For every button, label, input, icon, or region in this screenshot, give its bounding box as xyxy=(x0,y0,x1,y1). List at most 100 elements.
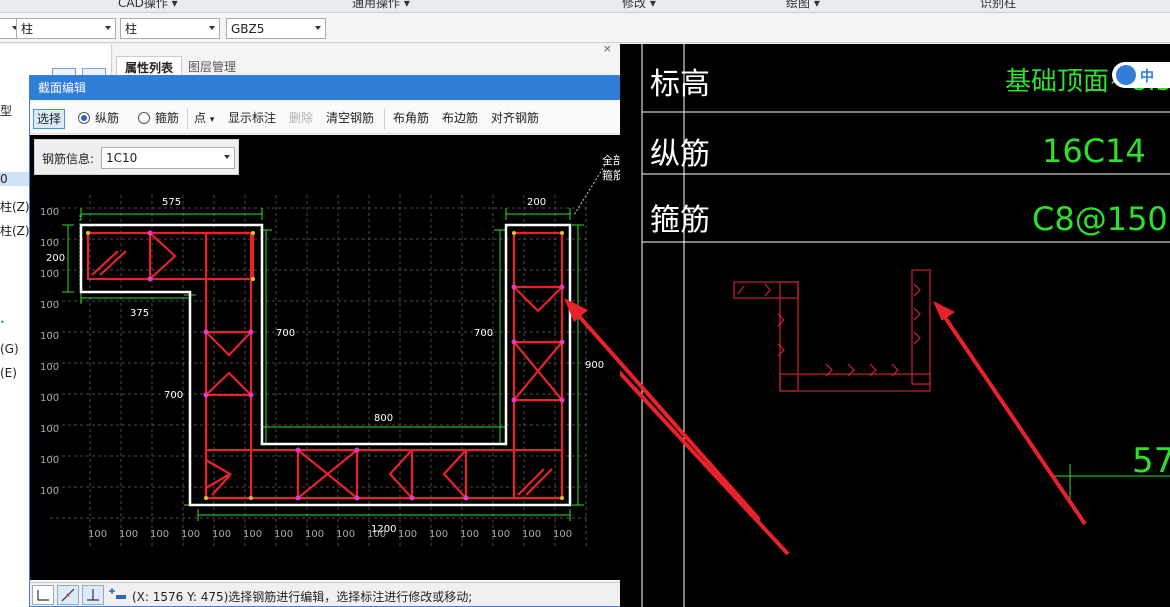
cad-row-labels: 标高 纵筋 箍筋 xyxy=(650,67,710,238)
menu-identify-column[interactable]: 识别柱 xyxy=(980,0,1016,11)
tab-layer-manage[interactable]: 图层管理 xyxy=(180,56,244,76)
stirrup-rebars xyxy=(86,231,564,500)
menu-modify[interactable]: 修改 ▾ xyxy=(622,0,656,11)
svg-text:100: 100 xyxy=(243,529,262,540)
section-drawing: 100 100 100 100 100 100 100 100 100 100 … xyxy=(40,153,646,547)
section-outline xyxy=(79,223,572,507)
table-lines xyxy=(641,44,1170,607)
menu-draw[interactable]: 绘图 ▾ xyxy=(786,0,820,11)
svg-text:100: 100 xyxy=(181,529,200,540)
chevron-down-icon xyxy=(315,26,321,30)
rebar-info-combo[interactable]: 1C10 xyxy=(101,147,235,169)
svg-text:箍筋: 箍筋 xyxy=(650,203,710,238)
tab-property-list[interactable]: 属性列表 xyxy=(116,56,183,76)
corner-rebar-button[interactable]: 布角筋 xyxy=(393,109,429,129)
element-type-combo[interactable]: 柱 xyxy=(16,18,116,39)
menu-general-ops[interactable]: 通用操作 ▾ xyxy=(352,0,410,11)
element-name-value: GBZ5 xyxy=(231,22,265,36)
select-button[interactable]: 选择 xyxy=(33,109,66,129)
dim-200-top: 200 xyxy=(527,197,546,208)
cad-dim-575: 575 xyxy=(1132,441,1170,481)
toolbar-divider xyxy=(187,108,188,130)
svg-text:100: 100 xyxy=(274,529,293,540)
svg-text:纵筋: 纵筋 xyxy=(650,137,710,172)
dialog-title-bar: 截面编辑 × xyxy=(30,76,656,100)
clear-rebar-button[interactable]: 清空钢筋 xyxy=(326,109,374,129)
svg-text:100: 100 xyxy=(40,269,59,280)
element-name-combo[interactable]: GBZ5 xyxy=(226,18,326,39)
svg-text:100: 100 xyxy=(491,529,510,540)
svg-text:100: 100 xyxy=(212,529,231,540)
chevron-down-icon xyxy=(209,26,215,30)
svg-text:100: 100 xyxy=(40,486,59,497)
svg-text:100: 100 xyxy=(553,529,572,540)
rebar-info-label: 钢筋信息: xyxy=(42,152,95,166)
radio-icon xyxy=(138,112,150,124)
dim-800: 800 xyxy=(374,413,393,424)
edge-rebar-button[interactable]: 布边筋 xyxy=(442,109,478,129)
dialog-toolbar: 选择 纵筋 箍筋 点 ▾ 显示标注 删除 清空钢筋 布角筋 布边筋 对齐钢筋 xyxy=(30,102,656,134)
selector-toolbar: 柱 柱 GBZ5 xyxy=(0,13,1170,43)
tree-item[interactable]: 柱(Z) xyxy=(0,198,30,215)
section-canvas[interactable]: 100 100 100 100 100 100 100 100 100 100 … xyxy=(30,135,656,580)
svg-text:100: 100 xyxy=(40,393,59,404)
ime-icon xyxy=(1116,65,1136,85)
menu-cad-ops[interactable]: CAD操作 ▾ xyxy=(118,0,178,11)
svg-text:100: 100 xyxy=(460,529,479,540)
element-sub-combo[interactable]: 柱 xyxy=(120,18,220,39)
chevron-down-icon xyxy=(224,155,230,159)
grid-lines xyxy=(50,195,590,547)
dim-700-left: 700 xyxy=(164,390,183,401)
snap-line-icon[interactable] xyxy=(57,585,79,605)
element-sub-value: 柱 xyxy=(125,22,138,36)
rebar-info-panel: 钢筋信息: 1C10 xyxy=(34,139,239,175)
dim-575: 575 xyxy=(162,197,181,208)
section-edit-dialog: 截面编辑 × 选择 纵筋 箍筋 点 ▾ 显示标注 删除 清空钢筋 布角筋 布边筋… xyxy=(29,75,657,607)
svg-text:100: 100 xyxy=(40,455,59,466)
longitudinal-radio[interactable]: 纵筋 xyxy=(78,109,119,129)
svg-text:100: 100 xyxy=(40,300,59,311)
svg-text:100: 100 xyxy=(119,529,138,540)
ortho-icon[interactable] xyxy=(32,585,54,605)
add-point-icon[interactable] xyxy=(107,585,129,605)
rebar-info-value: 1C10 xyxy=(106,151,138,165)
tree-item[interactable]: (E) xyxy=(0,366,17,380)
svg-text:100: 100 xyxy=(305,529,324,540)
status-text: (X: 1576 Y: 475)选择钢筋进行编辑，选择标注进行修改或移动; xyxy=(132,590,473,604)
cad-view[interactable]: 标高 纵筋 箍筋 基础顶面~8.300 16C14 C8@150 575 xyxy=(620,44,1170,607)
close-icon[interactable]: × xyxy=(603,42,612,55)
show-dimension-button[interactable]: 显示标注 xyxy=(228,109,276,129)
svg-text:100: 100 xyxy=(522,529,541,540)
svg-text:100: 100 xyxy=(88,529,107,540)
dim-700-mid-right: 700 xyxy=(474,328,493,339)
point-dropdown[interactable]: 点 ▾ xyxy=(194,109,214,129)
svg-text:100: 100 xyxy=(40,362,59,373)
svg-text:100: 100 xyxy=(336,529,355,540)
element-type-value: 柱 xyxy=(21,22,34,36)
dim-375: 375 xyxy=(130,308,149,319)
svg-text:16C14: 16C14 xyxy=(1042,132,1146,170)
svg-text:100: 100 xyxy=(40,207,59,218)
dialog-title: 截面编辑 xyxy=(38,81,87,95)
perpendicular-icon[interactable] xyxy=(82,585,104,605)
annotation-arrows xyxy=(620,300,1087,556)
chevron-down-icon xyxy=(105,26,111,30)
delete-button[interactable]: 删除 xyxy=(289,109,313,129)
tree-item[interactable]: 型 xyxy=(0,102,12,119)
chevron-down-icon: ▾ xyxy=(209,115,215,125)
svg-text:100: 100 xyxy=(150,529,169,540)
svg-text:100: 100 xyxy=(40,424,59,435)
tree-item[interactable]: 柱(Z) xyxy=(0,222,30,239)
tree-item[interactable]: (G) xyxy=(0,342,19,356)
svg-text:100: 100 xyxy=(40,238,59,249)
menu-bar: CAD操作 ▾ 通用操作 ▾ 修改 ▾ 绘图 ▾ 识别柱 xyxy=(0,0,1170,13)
cad-section-outline xyxy=(733,269,931,392)
stirrup-radio[interactable]: 箍筋 xyxy=(138,109,179,129)
ime-indicator[interactable]: 中 xyxy=(1112,62,1170,88)
svg-text:100: 100 xyxy=(398,529,417,540)
radio-checked-icon xyxy=(78,112,90,124)
cad-row-values: 基础顶面~8.300 16C14 C8@150 xyxy=(1005,67,1170,238)
svg-text:C8@150: C8@150 xyxy=(1032,200,1168,238)
tree-dot: • xyxy=(0,318,5,327)
align-rebar-button[interactable]: 对齐钢筋 xyxy=(491,109,539,129)
